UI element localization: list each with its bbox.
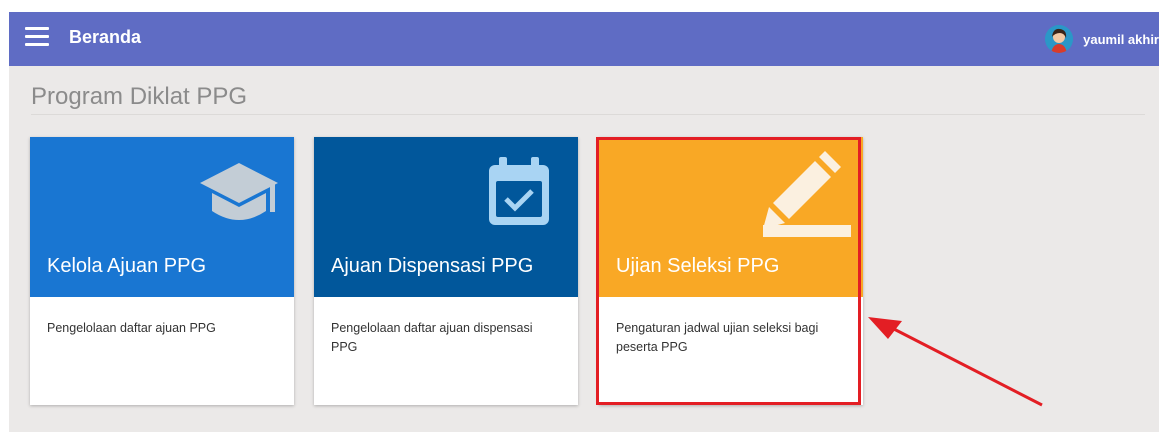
card-header: Kelola Ajuan PPG <box>30 137 294 297</box>
annotation-arrow <box>868 317 1043 407</box>
pencil-icon <box>763 151 851 237</box>
calendar-check-icon <box>489 157 549 225</box>
top-app-bar: Beranda yaumil akhir <box>9 12 1159 66</box>
card-title: Ujian Seleksi PPG <box>616 255 780 277</box>
card-description: Pengelolaan daftar ajuan PPG <box>47 321 216 335</box>
card-title: Ajuan Dispensasi PPG <box>331 255 534 277</box>
title-divider <box>31 114 1145 115</box>
page-title: Program Diklat PPG <box>31 83 248 110</box>
card-ujian-seleksi-ppg[interactable]: Ujian Seleksi PPG Pengaturan jadwal ujia… <box>599 137 863 405</box>
card-title: Kelola Ajuan PPG <box>47 255 206 277</box>
hamburger-icon[interactable] <box>25 27 49 47</box>
graduation-cap-icon <box>200 163 278 220</box>
card-kelola-ajuan-ppg[interactable]: Kelola Ajuan PPG Pengelolaan daftar ajua… <box>30 137 294 405</box>
card-header: Ujian Seleksi PPG <box>599 137 863 297</box>
app-title[interactable]: Beranda <box>69 27 141 48</box>
user-menu[interactable]: yaumil akhir <box>1045 25 1159 53</box>
app-frame: Beranda yaumil akhir Program Diklat PPG <box>9 12 1159 432</box>
card-description: Pengelolaan daftar ajuan dispensasi PPG <box>331 321 533 354</box>
card-ajuan-dispensasi-ppg[interactable]: Ajuan Dispensasi PPG Pengelolaan daftar … <box>314 137 578 405</box>
card-description: Pengaturan jadwal ujian seleksi bagi pes… <box>616 321 819 354</box>
user-name[interactable]: yaumil akhir <box>1083 32 1159 47</box>
card-header: Ajuan Dispensasi PPG <box>314 137 578 297</box>
user-avatar[interactable] <box>1045 25 1074 53</box>
